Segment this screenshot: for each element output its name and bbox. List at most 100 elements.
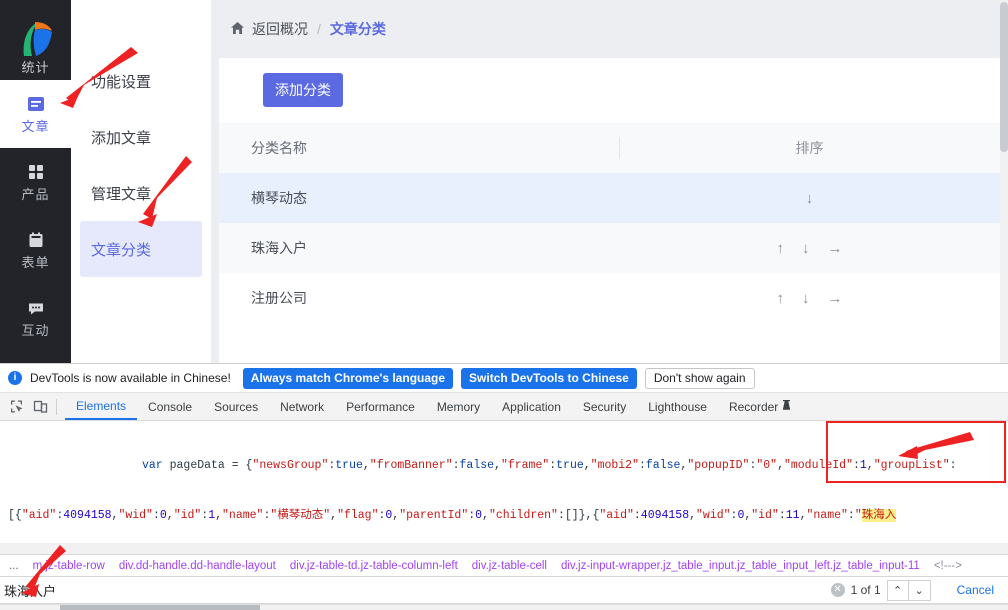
breadcrumb-node[interactable]: div.jz-table-cell: [465, 560, 554, 572]
page-vertical-scrollbar[interactable]: [1000, 0, 1008, 363]
search-prev-button[interactable]: ⌃: [887, 580, 909, 601]
logo-icon: [14, 18, 58, 62]
breadcrumb-node[interactable]: div.jz-table-td.jz-table-column-left: [283, 560, 465, 572]
sort-down-icon[interactable]: ↓: [802, 291, 810, 306]
table-row[interactable]: 横琴动态 ↓: [219, 173, 1000, 223]
submenu-item-settings[interactable]: 功能设置: [71, 53, 211, 109]
code-line: var pageData = {"newsGroup":true,"fromBa…: [4, 458, 1008, 475]
notice-text: DevTools is now available in Chinese!: [30, 371, 231, 385]
tab-label: Network: [280, 400, 324, 414]
table-cell-sort: ↑ ↓ →: [619, 291, 1000, 306]
beaker-icon: [782, 400, 791, 414]
devtools-find-bar: ✕ 1 of 1 ⌃ ⌄ Cancel: [0, 577, 1008, 604]
breadcrumb-separator: /: [315, 21, 323, 37]
sort-down-icon[interactable]: ↓: [806, 191, 814, 206]
table-cell-sort: ↑ ↓ →: [619, 241, 1000, 256]
table-cell-name: 横琴动态: [219, 188, 619, 208]
code-line: [{"aid":4094158,"wid":0,"id":1,"name":"横…: [4, 508, 1008, 525]
screenshot-root: 统计 文章 产品 表单: [0, 0, 1008, 610]
switch-devtools-language-button[interactable]: Switch DevTools to Chinese: [461, 368, 637, 389]
scrollbar-thumb[interactable]: [1000, 2, 1008, 152]
search-next-button[interactable]: ⌄: [909, 580, 931, 601]
dom-breadcrumb: ... m.jz-table-row div.dd-handle.dd-hand…: [0, 554, 1008, 577]
rail-item-form[interactable]: 表单: [0, 216, 71, 284]
table-row[interactable]: 注册公司 ↑ ↓ →: [219, 273, 1000, 323]
tab-console[interactable]: Console: [137, 393, 203, 420]
breadcrumb-ellipsis[interactable]: ...: [2, 560, 26, 572]
chat-icon: [27, 299, 45, 319]
devtools-panel: i DevTools is now available in Chinese! …: [0, 363, 1008, 610]
tab-label: Recorder: [729, 400, 778, 414]
breadcrumb-node[interactable]: div.jz-input-wrapper.jz_table_input.jz_t…: [554, 560, 927, 572]
tab-lighthouse[interactable]: Lighthouse: [637, 393, 718, 420]
column-header-name: 分类名称: [219, 138, 619, 158]
table-cell-name: 注册公司: [219, 288, 619, 308]
devtools-tab-strip: Elements Console Sources Network Perform…: [0, 393, 1008, 421]
table-cell-name: 珠海入户: [219, 238, 619, 258]
tab-recorder[interactable]: Recorder: [718, 393, 802, 420]
submenu-item-article-category[interactable]: 文章分类: [80, 221, 202, 277]
tab-security[interactable]: Security: [572, 393, 637, 420]
tab-label: Application: [502, 400, 561, 414]
toolbar-divider: [56, 399, 57, 415]
column-header-sort: 排序: [619, 138, 1000, 158]
tab-label: Elements: [76, 399, 126, 413]
device-toolbar-icon[interactable]: [28, 395, 52, 419]
dont-show-again-button[interactable]: Don't show again: [645, 368, 755, 389]
submenu-item-add-article[interactable]: 添加文章: [71, 109, 211, 165]
search-input[interactable]: [0, 578, 831, 603]
code-horizontal-scrollbar[interactable]: [0, 543, 1008, 554]
tab-label: Lighthouse: [648, 400, 707, 414]
tab-label: Performance: [346, 400, 415, 414]
rail-item-label: 互动: [21, 324, 49, 337]
category-table: 分类名称 排序 横琴动态 ↓ 珠海入户 ↑ ↓: [219, 123, 1000, 323]
devtools-language-notice: i DevTools is now available in Chinese! …: [0, 364, 1008, 393]
bottom-status-sliver: [0, 604, 1008, 610]
tab-performance[interactable]: Performance: [335, 393, 426, 420]
table-cell-sort: ↓: [619, 191, 1000, 206]
app-logo[interactable]: 统计: [0, 0, 71, 80]
breadcrumb-node[interactable]: div.dd-handle.dd-handle-layout: [112, 560, 283, 572]
inspect-element-icon[interactable]: [4, 395, 28, 419]
table-row[interactable]: 珠海入户 ↑ ↓ →: [219, 223, 1000, 273]
rail-item-product[interactable]: 产品: [0, 148, 71, 216]
add-category-button[interactable]: 添加分类: [263, 73, 343, 107]
rail-item-label: 产品: [21, 188, 49, 201]
tab-network[interactable]: Network: [269, 393, 335, 420]
rail-item-article[interactable]: 文章: [0, 80, 71, 148]
info-icon: i: [8, 371, 22, 385]
search-cancel-button[interactable]: Cancel: [931, 583, 1008, 597]
sliver-thumb: [60, 605, 260, 610]
home-icon[interactable]: [230, 21, 245, 38]
web-page-area: 统计 文章 产品 表单: [0, 0, 1008, 363]
tab-elements[interactable]: Elements: [65, 393, 137, 420]
grid-icon: [27, 163, 45, 183]
submenu-item-manage-article[interactable]: 管理文章: [71, 165, 211, 221]
sort-indent-icon[interactable]: →: [828, 241, 843, 256]
rail-item-interaction[interactable]: 互动: [0, 284, 71, 352]
rail-item-label: 表单: [21, 256, 49, 269]
sort-indent-icon[interactable]: →: [828, 291, 843, 306]
tab-label: Sources: [214, 400, 258, 414]
sort-up-icon[interactable]: ↑: [777, 241, 785, 256]
tab-memory[interactable]: Memory: [426, 393, 491, 420]
breadcrumb-current: 文章分类: [330, 19, 386, 39]
always-match-language-button[interactable]: Always match Chrome's language: [243, 368, 453, 389]
elements-code-view[interactable]: var pageData = {"newsGroup":true,"fromBa…: [0, 421, 1008, 554]
tab-label: Memory: [437, 400, 480, 414]
rail-item-card[interactable]: [0, 352, 71, 363]
tab-application[interactable]: Application: [491, 393, 572, 420]
sort-down-icon[interactable]: ↓: [802, 241, 810, 256]
rail-logo-label: 统计: [0, 57, 71, 76]
tab-sources[interactable]: Sources: [203, 393, 269, 420]
sort-up-icon[interactable]: ↑: [777, 291, 785, 306]
form-icon: [27, 231, 45, 251]
article-icon: [27, 95, 45, 115]
breadcrumb-node[interactable]: m.jz-table-row: [26, 560, 112, 572]
search-match-count: 1 of 1: [851, 583, 881, 597]
breadcrumb-comment-node[interactable]: <!--->: [927, 560, 969, 572]
main-content: 返回概况 / 文章分类 添加分类 分类名称 排序 横琴动态 ↓: [211, 0, 1008, 363]
clear-icon[interactable]: ✕: [831, 583, 845, 597]
sidebar-icon-rail: 统计 文章 产品 表单: [0, 0, 71, 363]
breadcrumb-back-link[interactable]: 返回概况: [252, 19, 308, 39]
